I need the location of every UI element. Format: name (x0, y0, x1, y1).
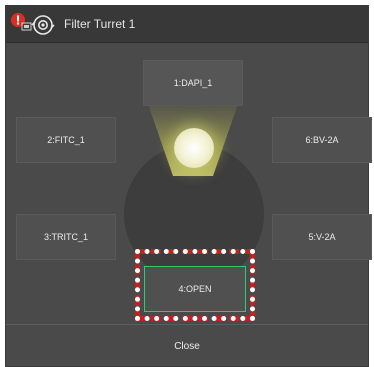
title-bar: Filter Turret 1 (6, 6, 368, 43)
turret-position-5[interactable]: 5:V-2A (272, 214, 372, 260)
turret-position-1[interactable]: 1:DAPI_1 (143, 60, 243, 106)
turret-position-6[interactable]: 6:BV-2A (272, 117, 372, 163)
close-button[interactable]: Close (6, 325, 368, 367)
turret-position-3[interactable]: 3:TRITC_1 (16, 214, 116, 260)
turret-view: 1:DAPI_1 2:FITC_1 6:BV-2A 3:TRITC_1 5:V-… (6, 44, 372, 324)
filter-turret-dialog: Filter Turret 1 1:DAPI_1 2:FITC_1 6:BV-2… (5, 5, 372, 367)
turret-logo-icon (30, 13, 56, 37)
turret-position-4[interactable]: 4:OPEN (144, 266, 246, 312)
turret-position-2[interactable]: 2:FITC_1 (16, 117, 116, 163)
light-source (174, 128, 214, 168)
window-title: Filter Turret 1 (64, 17, 136, 31)
app-badge-icon (10, 12, 32, 34)
